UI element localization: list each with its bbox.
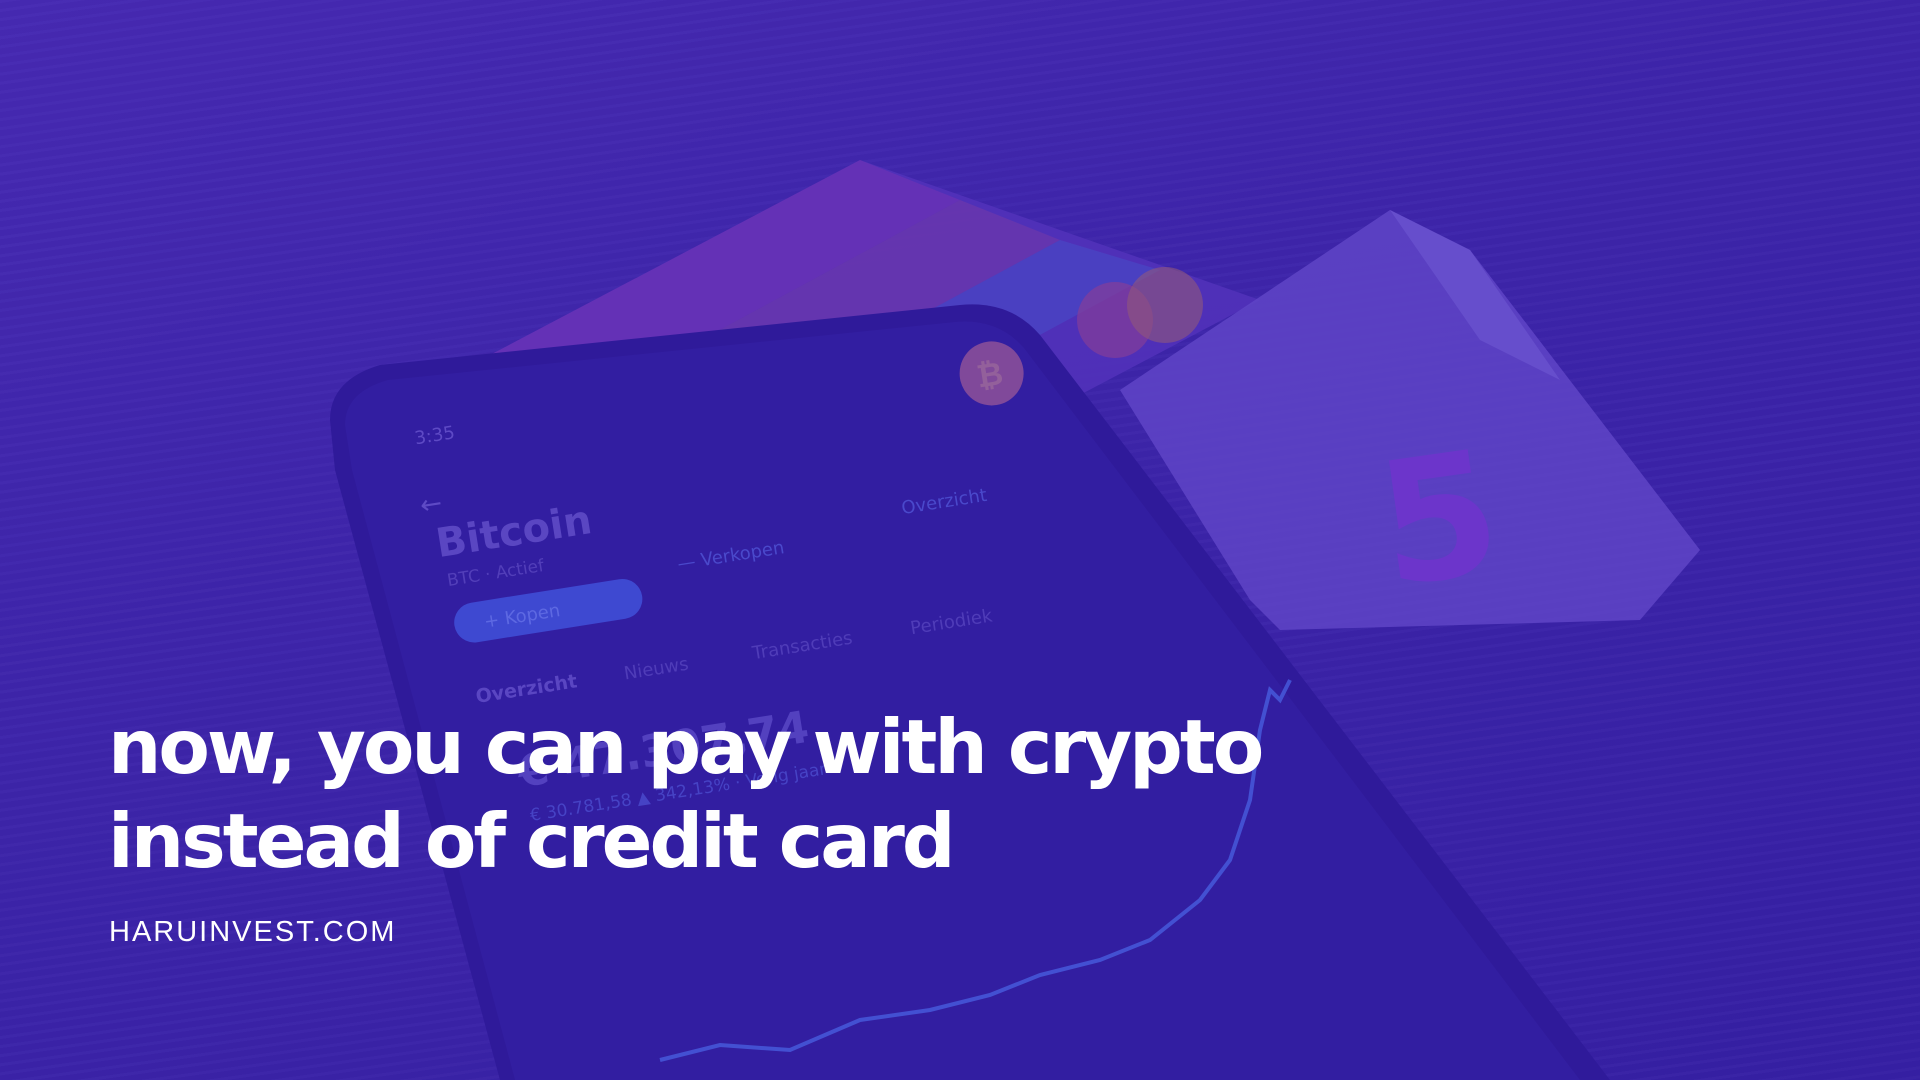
site-url: HARUINVEST.COM bbox=[109, 916, 397, 948]
headline-line-1: now, you can pay with crypto bbox=[108, 703, 1264, 791]
headline: now, you can pay with crypto instead of … bbox=[108, 700, 1264, 888]
hero-banner: 5 3:35 ← ₿ Bitcoin BTC · Actief + Kopen … bbox=[0, 0, 1920, 1080]
headline-line-2: instead of credit card bbox=[108, 797, 956, 885]
